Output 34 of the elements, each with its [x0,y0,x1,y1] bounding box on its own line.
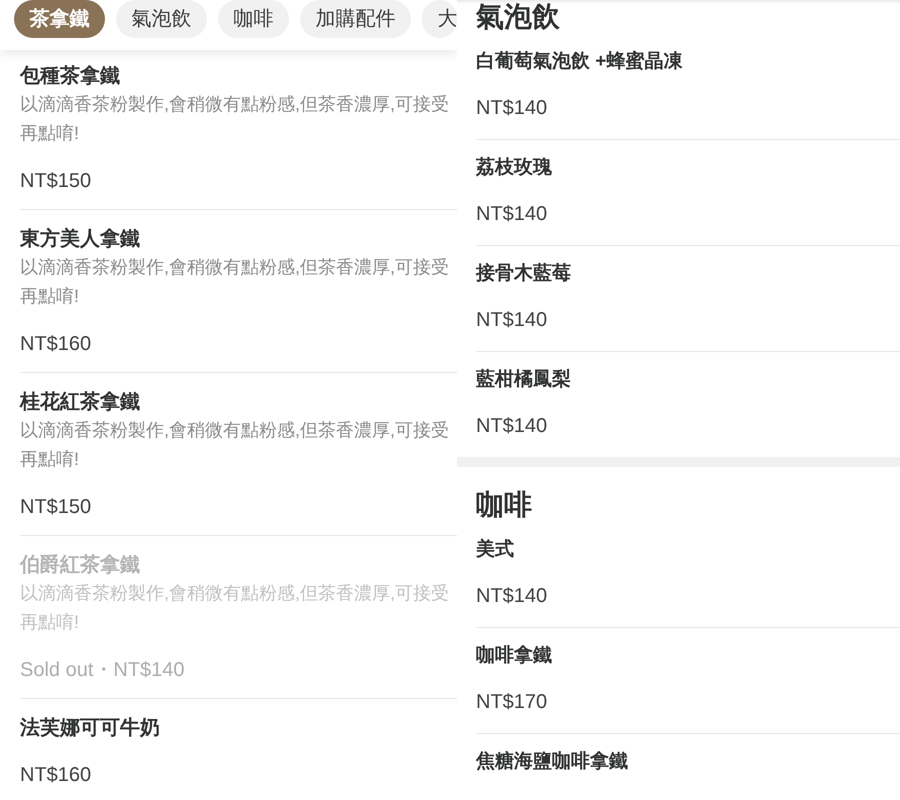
item-price: NT$140 [476,414,548,439]
item-name: 荔枝玫瑰 [476,156,553,180]
item-description: 以滴滴香茶粉製作,會稍微有點粉感,但茶香濃厚,可接受再點唷! [20,582,450,634]
item-price: NT$140 [476,584,548,609]
item-name: 東方美人拿鐵 [20,226,141,252]
item-description: 以滴滴香茶粉製作,會稍微有點粉感,但茶香濃厚,可接受再點唷! [20,93,450,145]
section-heading: 咖啡 [476,488,533,522]
item-name: 焦糖海鹽咖啡拿鐵 [476,750,629,774]
item-description: 以滴滴香茶粉製作,會稍微有點粉感,但茶香濃厚,可接受再點唷! [20,256,450,308]
section-heading: 氣泡飲 [476,0,561,34]
item-name: 伯爵紅茶拿鐵 [20,553,141,578]
item-name: 咖啡拿鐵 [476,644,553,668]
item-name: 法芙娜可可牛奶 [20,716,161,741]
item-name: 白葡萄氣泡飲 +蜂蜜晶凍 [476,50,684,74]
item-price: NT$150 [20,169,92,194]
item-price: NT$140 [476,202,548,227]
item-price: Sold out・NT$140 [20,658,186,683]
category-tab[interactable]: 大 [422,0,457,38]
item-price: NT$170 [476,690,548,715]
item-price: NT$150 [20,495,92,520]
category-tab[interactable]: 咖啡 [218,0,289,38]
item-name: 接骨木藍莓 [476,262,572,286]
category-tab[interactable]: 氣泡飲 [116,0,207,38]
category-tab[interactable]: 茶拿鐵 [14,0,105,38]
item-name: 桂花紅茶拿鐵 [20,390,141,415]
item-description: 以滴滴香茶粉製作,會稍微有點粉感,但茶香濃厚,可接受再點唷! [20,419,450,471]
item-price: NT$140 [476,308,548,333]
item-price: NT$140 [476,96,548,121]
item-name: 包種茶拿鐵 [20,64,121,89]
item-name: 藍柑橘鳳梨 [476,368,572,392]
item-price: NT$160 [20,763,92,788]
item-price: NT$160 [20,332,92,357]
category-tab[interactable]: 加購配件 [300,0,411,38]
item-name: 美式 [476,537,515,562]
